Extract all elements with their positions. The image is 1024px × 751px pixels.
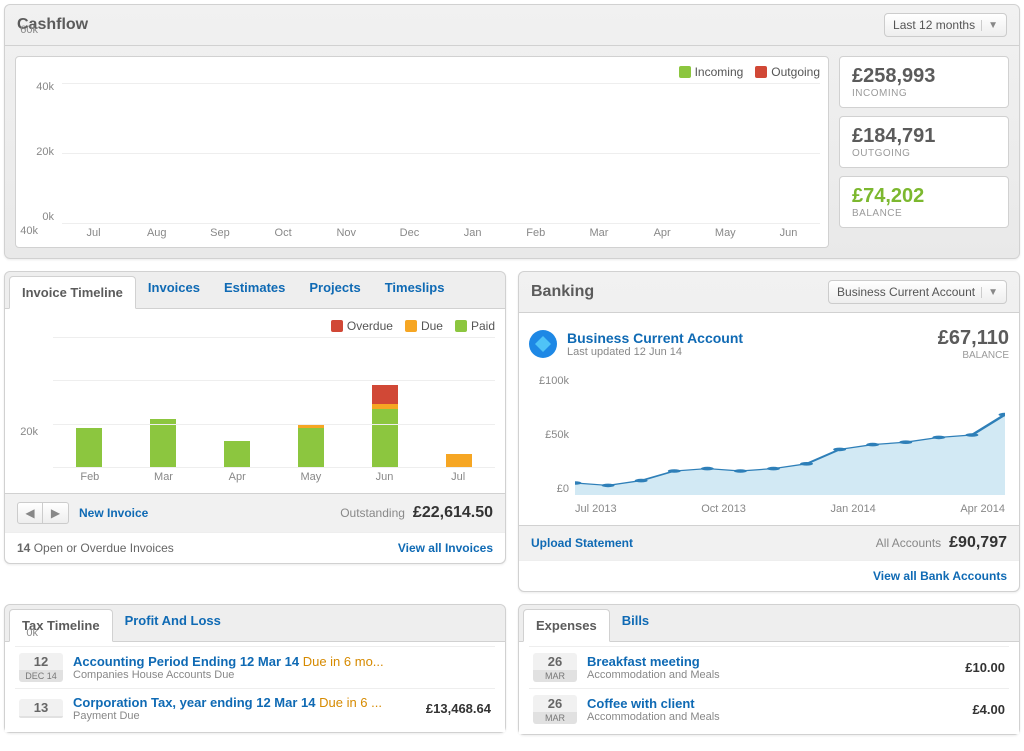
cashflow-panel: Cashflow Last 12 months ▼ Incoming Outgo… [4,4,1020,259]
cashflow-range-select[interactable]: Last 12 months ▼ [884,13,1007,37]
expense-item[interactable]: 26MARCoffee with clientAccommodation and… [529,688,1009,730]
tab-expenses[interactable]: Expenses [523,609,610,642]
cashflow-chart: Incoming Outgoing 40k20k0k JulAugSepOctN… [15,56,829,248]
total-incoming: £258,993 INCOMING [839,56,1009,108]
account-balance: £67,110 [938,327,1009,350]
tab-projects[interactable]: Projects [297,272,372,308]
expenses-tabs: ExpensesBills [519,605,1019,642]
expenses-panel: ExpensesBills 26MARBreakfast meetingAcco… [518,604,1020,735]
tax-panel: Tax TimelineProfit And Loss 12DEC 14Acco… [4,604,506,733]
tab-profit-and-loss[interactable]: Profit And Loss [113,605,233,641]
chevron-down-icon: ▼ [981,287,998,298]
account-updated: Last updated 12 Jun 14 [567,346,743,358]
view-all-bank-accounts[interactable]: View all Bank Accounts [873,569,1007,583]
legend-swatch-overdue [331,320,343,332]
legend-swatch-outgoing [755,66,767,78]
new-invoice-button[interactable]: New Invoice [79,506,148,520]
tab-estimates[interactable]: Estimates [212,272,297,308]
invoices-panel: Invoice TimelineInvoicesEstimatesProject… [4,271,506,564]
banking-panel: Banking Business Current Account ▼ Busin… [518,271,1020,592]
tax-item[interactable]: 12DEC 14Accounting Period Ending 12 Mar … [15,646,495,688]
banking-account-select[interactable]: Business Current Account ▼ [828,280,1007,304]
invoices-tabs: Invoice TimelineInvoicesEstimatesProject… [5,272,505,309]
bank-logo-icon [529,330,557,358]
legend-swatch-incoming [679,66,691,78]
upload-statement-button[interactable]: Upload Statement [531,536,633,550]
invoice-x-axis: FebMarAprMayJunJul [53,471,495,483]
view-all-invoices[interactable]: View all Invoices [398,541,493,555]
tab-timeslips[interactable]: Timeslips [373,272,457,308]
invoice-chart: Overdue Due Paid 60k40k20k0k FebMarAprMa… [5,309,505,493]
chevron-down-icon: ▼ [981,20,998,31]
tab-invoices[interactable]: Invoices [136,272,212,308]
cashflow-totals: £258,993 INCOMING £184,791 OUTGOING £74,… [839,56,1009,248]
cashflow-header: Cashflow Last 12 months ▼ [5,5,1019,46]
invoices-footer: ◀ ▶ New Invoice Outstanding £22,614.50 [5,493,505,532]
invoice-bars [53,337,495,467]
legend-swatch-due [405,320,417,332]
total-outgoing: £184,791 OUTGOING [839,116,1009,168]
banking-title: Banking [531,283,594,301]
cashflow-x-axis: JulAugSepOctNovDecJanFebMarAprMayJun [62,227,820,239]
cashflow-legend: Incoming Outgoing [24,65,820,83]
expense-item[interactable]: 26MARBreakfast meetingAccommodation and … [529,646,1009,688]
next-button[interactable]: ▶ [43,502,69,524]
account-name[interactable]: Business Current Account [567,330,743,346]
outstanding-value: £22,614.50 [413,504,493,522]
tab-bills[interactable]: Bills [610,605,661,641]
legend-swatch-paid [455,320,467,332]
invoice-y-axis: 60k40k20k0k [8,24,38,639]
open-invoices-text: 14 Open or Overdue Invoices [17,541,174,555]
cashflow-bars [62,83,820,223]
all-accounts-value: £90,797 [949,534,1007,552]
banking-chart: £100k£50k£0 Jul 2013Oct 2013Jan 2014Apr … [529,375,1009,515]
tax-item[interactable]: 13Corporation Tax, year ending 12 Mar 14… [15,688,495,728]
tax-tabs: Tax TimelineProfit And Loss [5,605,505,642]
total-balance: £74,202 BALANCE [839,176,1009,228]
cashflow-range-label: Last 12 months [893,18,975,32]
